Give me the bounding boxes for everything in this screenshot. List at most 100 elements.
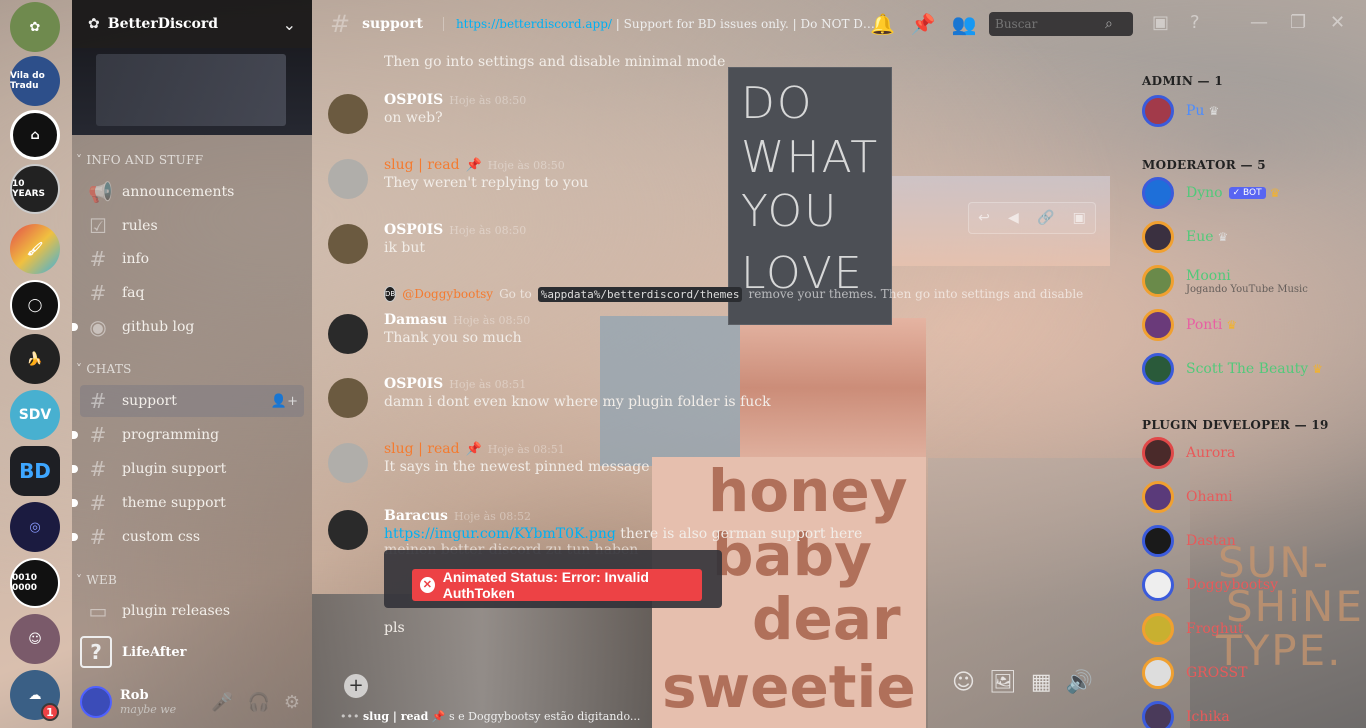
error-icon: ✕ [420,577,435,593]
message-author[interactable]: OSP0IS [384,376,443,392]
message-author[interactable]: OSP0IS [384,222,443,238]
bot-badge: ✓ BOT [1228,187,1266,199]
avatar[interactable] [328,378,368,418]
category-web[interactable]: ˅ WEB [76,573,117,587]
member-item[interactable]: Aurora [1142,432,1362,474]
member-item[interactable]: Scott The Beauty ♛ [1142,348,1362,390]
member-item[interactable]: Ohami [1142,476,1362,518]
topic-link[interactable]: https://betterdiscord.app/ [456,17,612,31]
reply-preview[interactable]: DB @Doggybootsy Go to %appdata%/betterdi… [384,286,1084,302]
channel-plugin-releases[interactable]: ▭ plugin releases [80,595,304,627]
server-icon-sdv[interactable]: SDV [10,390,60,440]
message-link[interactable]: https://imgur.com/KYbmT0K.png [384,526,616,542]
message: Damasu Hoje às 08:50 Thank you so much [328,312,1088,354]
channel-rules[interactable]: ☑ rules [80,210,304,242]
avatar[interactable] [328,94,368,134]
server-icon-circle[interactable]: ◯ [10,280,60,330]
hash-icon: # [89,247,107,271]
search-input[interactable] [995,17,1105,31]
pin-icon: 📌 [465,158,482,173]
guild-name: BetterDiscord [107,16,219,32]
message-author[interactable]: Damasu [384,312,447,328]
message-author[interactable]: OSP0IS [384,92,443,108]
error-toast[interactable]: ✕ Animated Status: Error: Invalid AuthTo… [412,569,702,601]
member-item[interactable]: Ichika [1142,696,1362,728]
minimize-icon[interactable]: — [1250,12,1268,33]
channel-plugin-support[interactable]: # plugin support [72,453,304,485]
channel-sidebar: ✿ BetterDiscord ⌄ ˅ INFO AND STUFF 📢 annou… [72,0,312,728]
server-icon-vila-do-tradu[interactable]: Vila do Tradu [10,56,60,106]
channel-github-log[interactable]: ◉ github log [72,311,304,343]
avatar[interactable] [80,686,112,718]
category-info-and-stuff[interactable]: ˅ INFO AND STUFF [76,153,203,167]
chevron-down-icon: ˅ [76,362,83,376]
gear-icon[interactable]: ⚙ [284,692,300,713]
server-icon-ring[interactable]: ◎ [10,502,60,552]
bell-icon[interactable]: 🔔 [870,12,895,36]
channel-faq[interactable]: # faq [80,277,304,309]
channel-announcements[interactable]: 📢 announcements [80,176,304,208]
guild-header[interactable]: ✿ BetterDiscord ⌄ [72,0,312,48]
message-author[interactable]: slug | read [384,441,460,457]
server-icon-logo[interactable]: ⌂ [10,110,60,160]
guild-banner [72,48,312,135]
channel-header: # support https://betterdiscord.app/ | S… [312,0,1366,48]
channel-custom-css[interactable]: # custom css [72,521,304,553]
message: OSP0IS Hoje às 08:50 ik but [328,222,1088,264]
member-item[interactable]: Ponti ♛ [1142,304,1362,346]
maximize-icon[interactable]: ❐ [1290,12,1306,33]
member-item[interactable]: Froghut [1142,608,1362,650]
message-author[interactable]: Baracus [384,508,448,524]
avatar[interactable] [328,224,368,264]
channel-theme-support[interactable]: # theme support [72,487,304,519]
server-icon-10-years[interactable]: 10 YEARS [10,164,60,214]
avatar[interactable] [328,443,368,483]
pin-icon: 📌 [465,442,482,457]
message: Baracus Hoje às 08:52 https://imgur.com/K… [328,508,1088,550]
emoji-icon[interactable]: ☺ [952,670,975,695]
search-box[interactable]: ⌕ [989,12,1133,36]
channel-topic[interactable]: https://betterdiscord.app/ | Support for… [442,17,883,31]
server-icon-anime[interactable]: ☺ [10,614,60,664]
member-item[interactable]: GROSST [1142,652,1362,694]
help-icon[interactable]: ? [1190,12,1200,33]
member-item[interactable]: Mooni Jogando YouTube Music [1142,260,1362,302]
headphones-icon[interactable]: 🎧 [247,692,269,713]
message-author[interactable]: slug | read [384,157,460,173]
members-icon[interactable]: 👥 [952,12,977,36]
member-item[interactable]: Eue ♛ [1142,216,1362,258]
server-icon-banana[interactable]: 🍌 [10,334,60,384]
member-item[interactable]: Pu ♛ [1142,90,1362,132]
channel-support[interactable]: # support 👤+ [80,385,304,417]
inbox-icon[interactable]: ▣ [1152,12,1169,33]
voice-channel-lifeafter[interactable]: ? LifeAfter [80,632,304,672]
image-icon[interactable]: 🖼 [989,670,1017,695]
megaphone-icon: 📢 [88,180,113,204]
role-header-admin: ADMIN — 1 [1142,74,1223,88]
chevron-down-icon: ˅ [76,573,83,587]
channel-info[interactable]: # info [80,243,304,275]
avatar[interactable] [328,510,368,550]
server-icon-betterdiscord[interactable]: BD [10,446,60,496]
member-item[interactable]: Dyno ✓ BOT ♛ [1142,172,1362,214]
gif-icon[interactable]: ▦ [1031,670,1052,695]
message: slug | read 📌 Hoje às 08:50 They weren't r… [328,157,1088,199]
volume-icon[interactable]: 🔊 [1066,670,1093,695]
channel-programming[interactable]: # programming [72,419,304,451]
avatar[interactable] [328,159,368,199]
add-user-icon[interactable]: 👤+ [271,394,298,409]
server-icon-binary[interactable]: 0010 0000 [10,558,60,608]
pin-icon[interactable]: 📌 [911,12,936,36]
add-attachment-icon[interactable]: + [344,674,368,698]
member-item[interactable]: Dastan [1142,520,1362,562]
microphone-icon[interactable]: 🎤 [211,692,233,713]
member-item[interactable]: Doggybootsy [1142,564,1362,606]
category-chats[interactable]: ˅ CHATS [76,362,132,376]
user-name: Rob [120,688,149,703]
close-icon[interactable]: ✕ [1330,12,1345,33]
avatar[interactable] [328,314,368,354]
server-icon-brush[interactable]: 🖌 [10,224,60,274]
message-input[interactable] [382,678,942,694]
server-icon-flower[interactable]: ✿ [10,2,60,52]
hash-icon: # [89,457,107,481]
